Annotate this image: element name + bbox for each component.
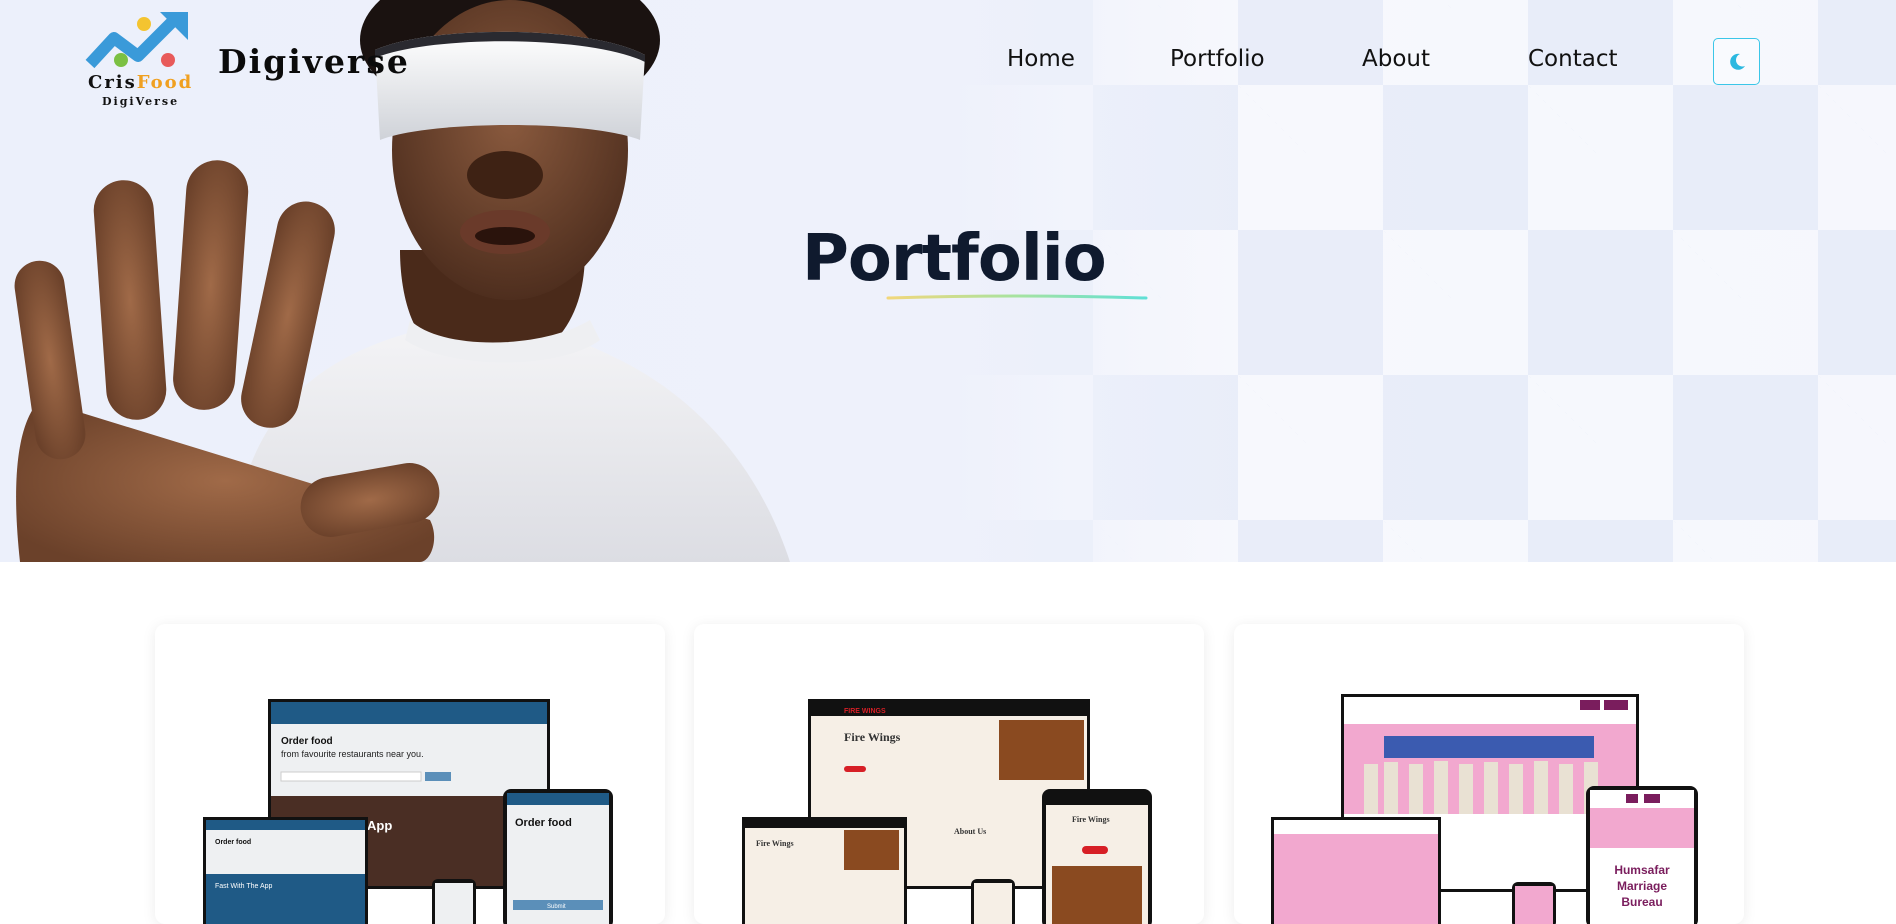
logo-subtitle: DigiVerse: [102, 95, 180, 108]
humsafar-phone-title: Humsafar Marriage Bureau: [1614, 863, 1670, 909]
nav-portfolio[interactable]: Portfolio: [1170, 46, 1265, 72]
firewings-mockup-image: FIRE WINGS Fire Wings About Us Fire Wing…: [742, 699, 1152, 924]
firewings-about: About Us: [954, 827, 986, 836]
brand-name[interactable]: Digiverse: [218, 42, 410, 81]
portfolio-card-crisfood[interactable]: Order food from favourite restaurants ne…: [155, 624, 665, 924]
theme-toggle-button[interactable]: [1713, 38, 1760, 85]
hero-banner: CrisFood DigiVerse Digiverse Home Portfo…: [0, 0, 1896, 562]
nav-about[interactable]: About: [1362, 46, 1430, 72]
title-underline: [886, 294, 1148, 300]
nav-home[interactable]: Home: [1007, 46, 1075, 72]
logo-text-cris: Cris: [88, 72, 137, 93]
portfolio-card-firewings[interactable]: FIRE WINGS Fire Wings About Us Fire Wing…: [694, 624, 1204, 924]
crisfood-laptop-caption: App: [367, 818, 392, 833]
firewings-tablet-headline: Fire Wings: [1072, 815, 1110, 824]
crisfood-mockup-image: Order food from favourite restaurants ne…: [203, 699, 613, 924]
crisfood-small-footer: Fast With The App: [215, 883, 273, 890]
page-title: Portfolio: [802, 222, 1107, 296]
nav-contact[interactable]: Contact: [1528, 46, 1617, 72]
firewings-logo: FIRE WINGS: [844, 708, 886, 715]
crisfood-headline-bold: Order food: [281, 736, 333, 747]
crisfood-submit: Submit: [547, 904, 566, 910]
humsafar-mockup-image: Humsafar Marriage Bureau: [1271, 694, 1698, 924]
moon-icon: [1729, 53, 1745, 70]
crisfood-small-headline: Order food: [215, 839, 251, 846]
firewings-small-headline: Fire Wings: [756, 839, 794, 848]
crisfood-headline-rest: from favourite restaurants near you.: [281, 749, 424, 759]
logo-text-food: Food: [136, 72, 194, 93]
portfolio-card-humsafar[interactable]: Humsafar Marriage Bureau: [1234, 624, 1744, 924]
logo-wordmark: CrisFood: [88, 72, 193, 93]
firewings-headline: Fire Wings: [844, 730, 901, 744]
crisfood-tablet-headline: Order food: [515, 817, 572, 829]
